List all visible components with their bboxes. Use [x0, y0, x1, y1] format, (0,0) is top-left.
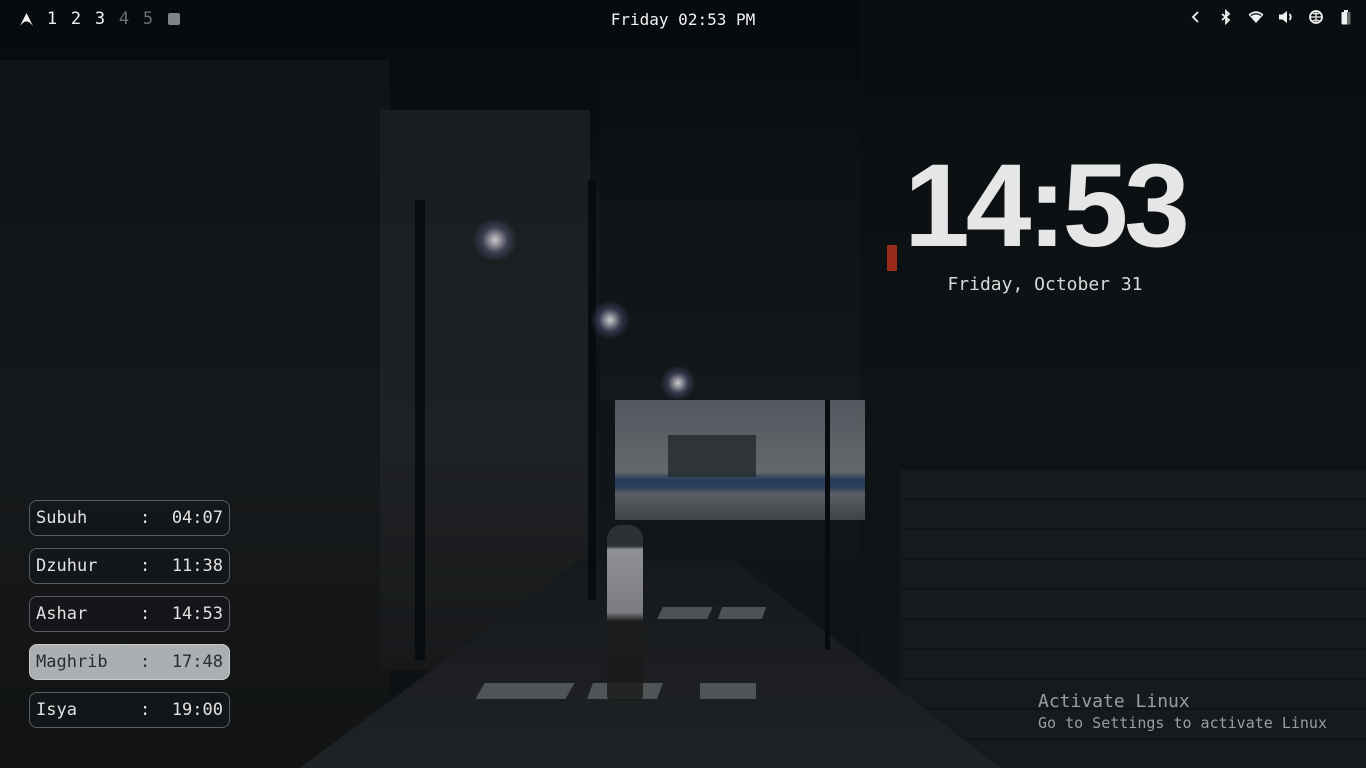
prayer-separator: :	[140, 700, 151, 720]
watermark-subtitle: Go to Settings to activate Linux	[1038, 714, 1327, 732]
prayer-row-dzuhur: Dzuhur : 11:38	[29, 548, 230, 584]
top-bar: 1 2 3 4 5 Friday 02:53 PM	[0, 0, 1366, 40]
prayer-row-isya: Isya : 19:00	[29, 692, 230, 728]
desktop-clock-date: Friday, October 31	[947, 274, 1143, 295]
prayer-time: 11:38	[171, 556, 223, 576]
bluetooth-icon[interactable]	[1218, 9, 1234, 25]
chevron-left-icon[interactable]	[1188, 9, 1204, 25]
battery-icon[interactable]	[1338, 9, 1354, 25]
prayer-name: Dzuhur	[36, 556, 98, 576]
watermark-title: Activate Linux	[1038, 691, 1190, 712]
topbar-clock[interactable]: Friday 02:53 PM	[0, 10, 1366, 29]
prayer-name: Maghrib	[36, 652, 108, 672]
prayer-name: Ashar	[36, 604, 88, 624]
wifi-icon[interactable]	[1248, 9, 1264, 25]
prayer-time: 14:53	[171, 604, 223, 624]
prayer-separator: :	[140, 556, 151, 576]
prayer-row-maghrib: Maghrib : 17:48	[29, 644, 230, 680]
prayer-times-widget: Subuh : 04:07 Dzuhur : 11:38 Ashar : 14:…	[29, 500, 230, 740]
prayer-row-ashar: Ashar : 14:53	[29, 596, 230, 632]
volume-icon[interactable]	[1278, 9, 1294, 25]
activation-watermark: Activate Linux Go to Settings to activat…	[1038, 691, 1327, 732]
desktop-clock-time: 14:53	[904, 140, 1190, 272]
prayer-time: 19:00	[171, 700, 223, 720]
prayer-time: 17:48	[171, 652, 223, 672]
prayer-time: 04:07	[171, 508, 223, 528]
system-tray	[1174, 9, 1354, 25]
prayer-separator: :	[140, 652, 151, 672]
prayer-name: Subuh	[36, 508, 88, 528]
prayer-row-subuh: Subuh : 04:07	[29, 500, 230, 536]
network-globe-icon[interactable]	[1308, 9, 1324, 25]
prayer-separator: :	[140, 604, 151, 624]
prayer-name: Isya	[36, 700, 77, 720]
prayer-separator: :	[140, 508, 151, 528]
